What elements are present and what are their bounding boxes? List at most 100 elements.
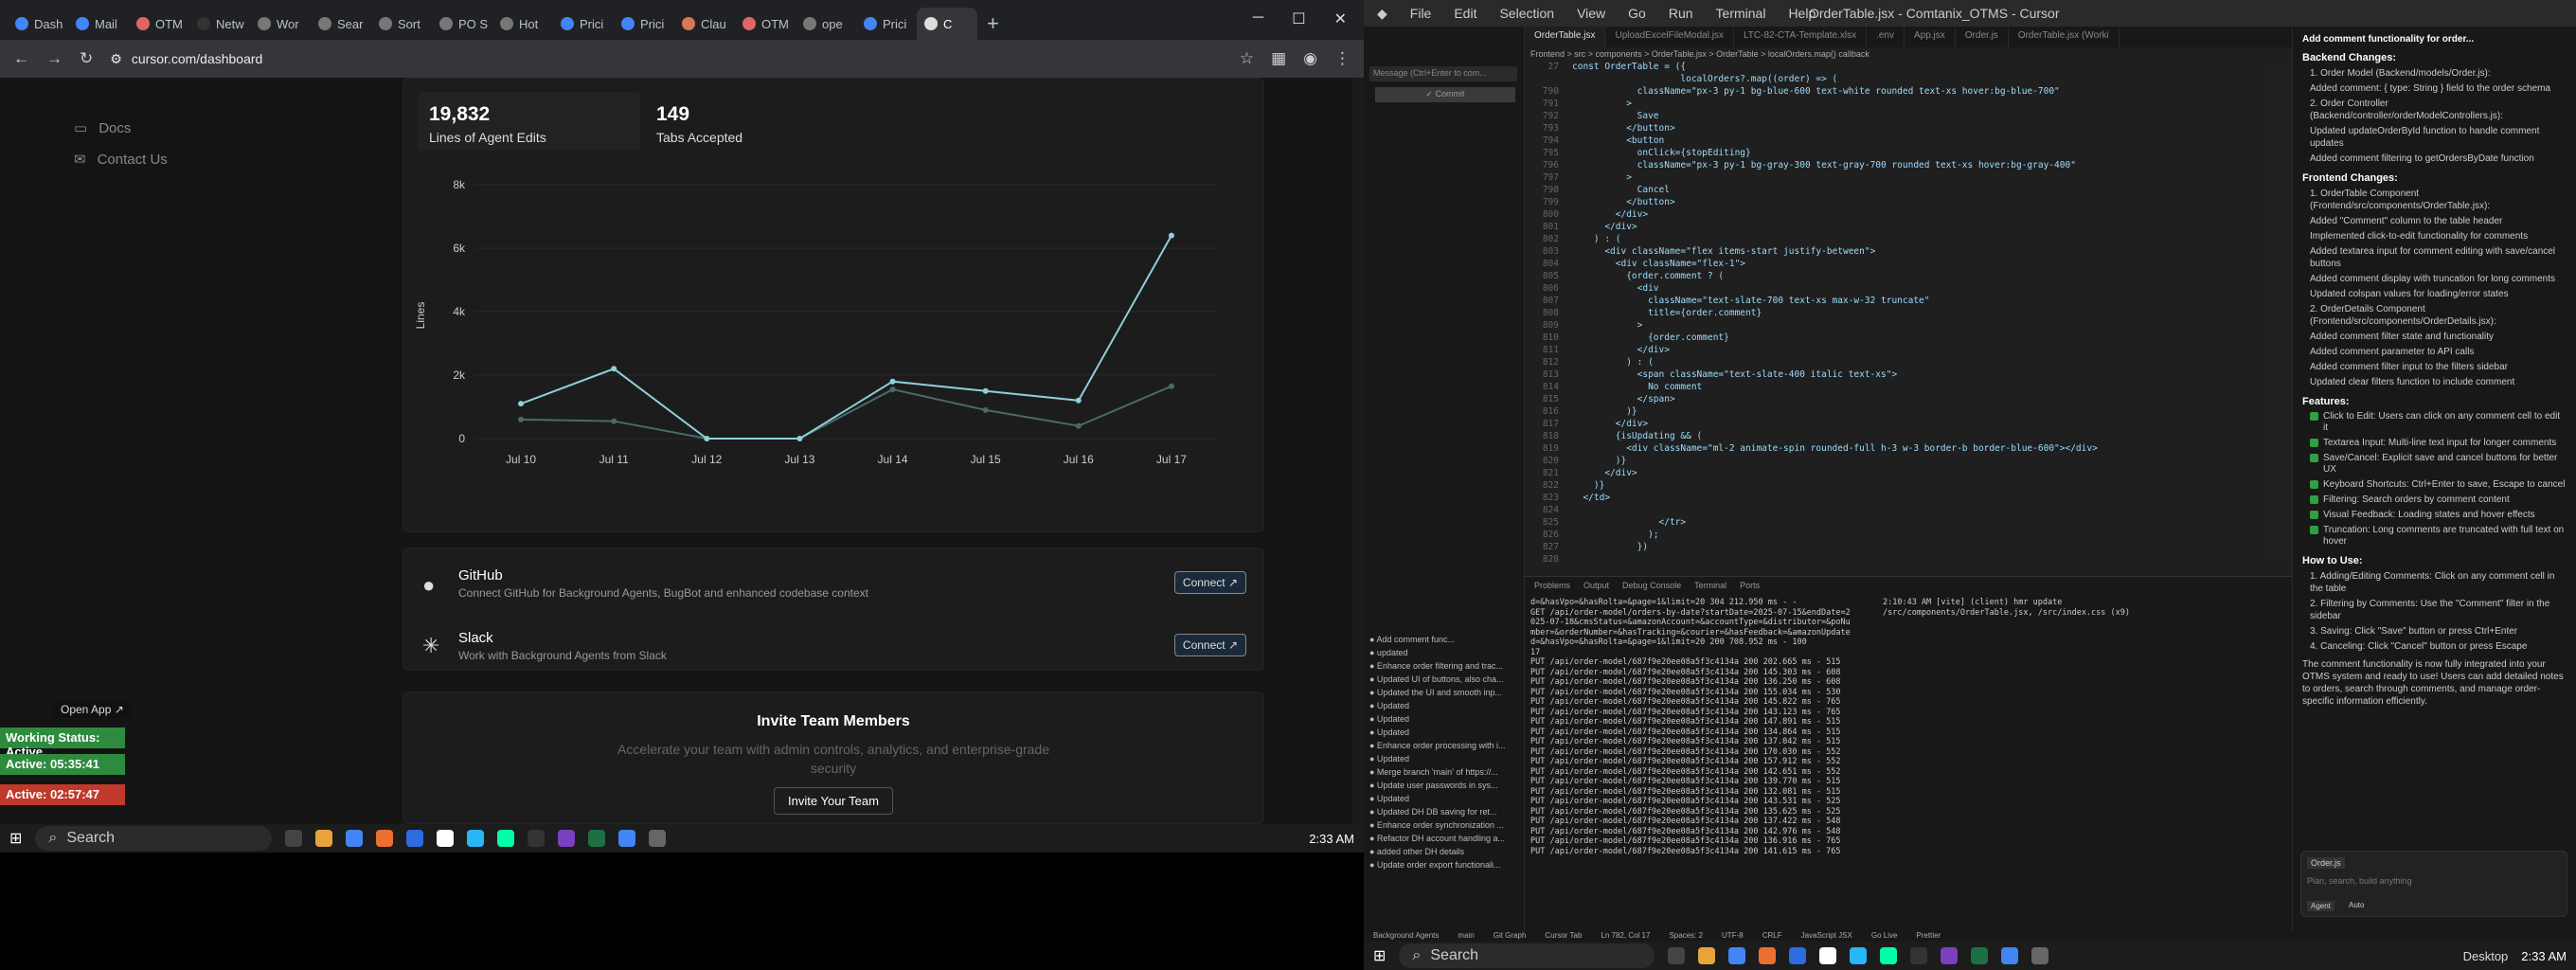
status-item[interactable]: Ln 782, Col 17	[1601, 931, 1650, 942]
chrome-icon[interactable]	[346, 830, 364, 847]
model-select[interactable]: Auto	[2349, 901, 2364, 909]
menu-item[interactable]: Go	[1628, 6, 1646, 21]
clock[interactable]: 2:33 AM	[2521, 949, 2567, 963]
data-point[interactable]	[518, 416, 525, 422]
app-icon[interactable]	[1819, 947, 1837, 964]
data-point[interactable]	[518, 401, 525, 407]
agent-mode-select[interactable]: Agent	[2307, 901, 2334, 911]
browser-tab[interactable]: Netw	[189, 8, 250, 40]
zoom-icon[interactable]	[406, 830, 424, 847]
code-line[interactable]: 793 </button>	[1525, 122, 2330, 135]
code-line[interactable]: 798 Cancel	[1525, 184, 2330, 196]
windows-start-icon[interactable]: ⊞	[1373, 946, 1386, 965]
code-line[interactable]: 794 <button	[1525, 135, 2330, 147]
chat-input[interactable]: Plan, search, build anything	[2307, 876, 2412, 886]
app-icon-2[interactable]	[1850, 947, 1868, 964]
status-item[interactable]: Git Graph	[1494, 931, 1527, 942]
code-line[interactable]: 804 <div className="flex-1">	[1525, 258, 2330, 270]
code-line[interactable]: 824	[1525, 504, 2330, 516]
terminal-output[interactable]: d=&hasVpo=&hasRolta=&page=1&limit=20 304…	[1530, 598, 1852, 856]
code-line[interactable]: 814 No comment	[1525, 381, 2330, 393]
code-line[interactable]: 808 title={order.comment}	[1525, 307, 2330, 319]
data-point[interactable]	[704, 436, 710, 441]
browser-tab[interactable]: ope	[796, 8, 856, 40]
status-item[interactable]: Background Agents	[1373, 931, 1439, 942]
browser-tab[interactable]: OTM	[735, 8, 796, 40]
open-app-button[interactable]: Open App ↗	[53, 701, 132, 718]
chat-input-box[interactable]: Order.js Plan, search, build anything Ag…	[2300, 851, 2567, 917]
editor-tab[interactable]: OrderTable.jsx (Worki	[2009, 27, 2120, 47]
browser-tab[interactable]: Mail	[68, 8, 129, 40]
code-line[interactable]: 826 );	[1525, 529, 2330, 541]
url-text[interactable]: cursor.com/dashboard	[132, 51, 263, 66]
extensions-icon[interactable]: ▦	[1271, 49, 1286, 68]
chrome-icon[interactable]	[1728, 947, 1746, 964]
code-line[interactable]: 796 className="px-3 py-1 bg-gray-300 tex…	[1525, 159, 2330, 171]
panel-tab[interactable]: Output	[1583, 581, 1609, 590]
git-commit-item[interactable]: ● updated	[1364, 646, 1525, 659]
excel-icon[interactable]	[1971, 947, 1989, 964]
clock[interactable]: 2:33 AM	[1309, 832, 1354, 846]
firefox-icon[interactable]	[1759, 947, 1777, 964]
status-item[interactable]: Spaces: 2	[1669, 931, 1703, 942]
browser-tab[interactable]: OTM	[129, 8, 189, 40]
excel-icon[interactable]	[588, 830, 606, 847]
code-line[interactable]: 819 <div className="ml-2 animate-spin ro…	[1525, 442, 2330, 455]
data-point[interactable]	[889, 386, 896, 393]
code-line[interactable]: 809 >	[1525, 319, 2330, 332]
git-commit-item[interactable]: ● Updated	[1364, 792, 1525, 805]
status-item[interactable]: main	[1458, 931, 1474, 942]
browser-tab[interactable]: Prici	[614, 8, 674, 40]
app-icon[interactable]	[437, 830, 455, 847]
code-line[interactable]: 822 )}	[1525, 479, 2330, 492]
git-commit-item[interactable]: ● Enhance order processing with i...	[1364, 739, 1525, 752]
zoom-icon[interactable]	[1789, 947, 1807, 964]
browser-tab[interactable]: Prici	[856, 8, 917, 40]
panel-tab[interactable]: Ports	[1740, 581, 1760, 590]
nav-docs[interactable]: ▭ Docs	[74, 119, 131, 137]
vite-terminal-output[interactable]: 2:10:43 AM [vite] (client) hmr update /s…	[1883, 598, 2195, 619]
code-line[interactable]: 806 <div	[1525, 282, 2330, 295]
browser-tab[interactable]: Clau	[674, 8, 735, 40]
code-line[interactable]: 801 </div>	[1525, 221, 2330, 233]
menu-item[interactable]: Edit	[1454, 6, 1476, 21]
menu-item[interactable]: File	[1410, 6, 1432, 21]
data-point[interactable]	[982, 406, 989, 413]
file-chip[interactable]: Order.js	[2307, 857, 2345, 869]
file-explorer-icon[interactable]	[1698, 947, 1716, 964]
status-item[interactable]: Go Live	[1871, 931, 1898, 942]
editor-tab[interactable]: App.jsx	[1905, 27, 1956, 47]
code-line[interactable]: 799 </button>	[1525, 196, 2330, 208]
menu-item[interactable]: View	[1577, 6, 1605, 21]
git-commit-item[interactable]: ● Enhance order synchronization ...	[1364, 818, 1525, 832]
nav-contact[interactable]: ✉ Contact Us	[74, 151, 168, 169]
data-point[interactable]	[889, 378, 896, 385]
code-line[interactable]: 813 <span className="text-slate-400 ital…	[1525, 368, 2330, 381]
git-commit-item[interactable]: ● Update user passwords in sys...	[1364, 779, 1525, 792]
git-commit-item[interactable]: ● Updated	[1364, 712, 1525, 726]
editor-tab[interactable]: .env	[1867, 27, 1905, 47]
browser-tab[interactable]: C	[917, 8, 977, 40]
git-commit-item[interactable]: ● Updated	[1364, 726, 1525, 739]
app-icon-2[interactable]	[467, 830, 485, 847]
code-line[interactable]: 828	[1525, 553, 2330, 566]
code-line[interactable]: 821 </div>	[1525, 467, 2330, 479]
code-line[interactable]: 27 const OrderTable = ({	[1525, 61, 2330, 73]
data-point[interactable]	[796, 436, 803, 441]
code-line[interactable]: 812 ) : (	[1525, 356, 2330, 368]
task-view-icon[interactable]	[285, 830, 303, 847]
git-commit-item[interactable]: ● Merge branch 'main' of https://...	[1364, 765, 1525, 779]
code-area[interactable]: 27 const OrderTable = ({ localOrders?.map…	[1525, 61, 2330, 566]
invite-team-button[interactable]: Invite Your Team	[774, 787, 893, 815]
browser-tab[interactable]: Hot	[492, 8, 553, 40]
git-commit-item[interactable]: ● added other DH details	[1364, 845, 1525, 858]
code-line[interactable]: 811 </div>	[1525, 344, 2330, 356]
windows-start-icon[interactable]: ⊞	[9, 829, 22, 848]
minimize-icon[interactable]: ─	[1253, 9, 1263, 28]
data-point[interactable]	[1168, 232, 1174, 239]
code-line[interactable]: 820 )}	[1525, 455, 2330, 467]
github-connect-button[interactable]: Connect ↗	[1173, 571, 1246, 594]
app-icon-3[interactable]	[497, 830, 515, 847]
onenote-icon[interactable]	[558, 830, 576, 847]
code-line[interactable]: 827 })	[1525, 541, 2330, 553]
